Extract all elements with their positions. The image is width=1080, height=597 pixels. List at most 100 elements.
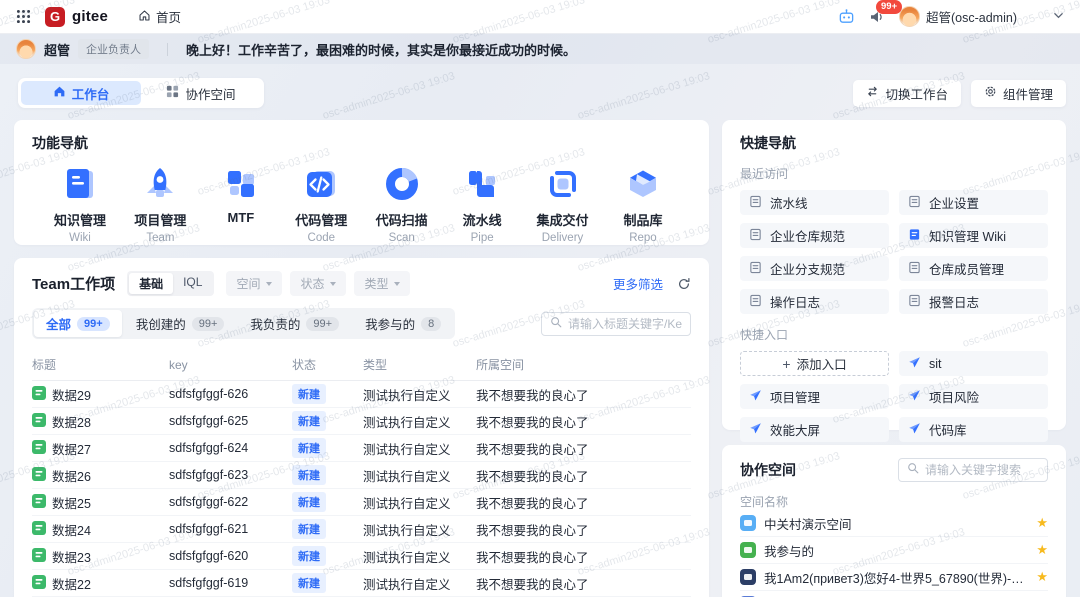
tab-collab-space[interactable]: 协作空间 [141, 81, 261, 105]
quick-entry-项目管理[interactable]: 项目管理 [740, 384, 889, 409]
work-item-type-icon [32, 575, 46, 592]
alarm-log-icon [908, 294, 921, 310]
pipeline-icon [463, 165, 501, 203]
recent-item-label: 知识管理 Wiki [929, 226, 1006, 245]
cell-title[interactable]: 数据24 [52, 520, 91, 539]
table-row[interactable]: 数据28sdfsfgfggf-625新建测试执行自定义我不想要我的良心了 [32, 408, 691, 435]
feature-item-label: MTF [227, 210, 254, 225]
delivery-icon [544, 165, 582, 203]
work-item-search[interactable] [541, 312, 691, 336]
announcement-icon[interactable]: 99+ [869, 9, 885, 25]
recent-item-报警日志[interactable]: 报警日志 [899, 289, 1048, 314]
feature-item-delivery[interactable]: 集成交付Delivery [525, 165, 601, 245]
feature-item-repo[interactable]: 制品库Repo [605, 165, 681, 245]
cell-title[interactable]: 数据29 [52, 385, 91, 404]
cell-type: 测试执行自定义 [363, 574, 476, 593]
table-row[interactable]: 数据24sdfsfgfggf-621新建测试执行自定义我不想要我的良心了 [32, 516, 691, 543]
switch-workspace-button[interactable]: 切换工作台 [853, 80, 961, 107]
work-item-tab-我负责的[interactable]: 我负责的99+ [238, 310, 351, 337]
work-item-type-icon [32, 386, 46, 403]
refresh-icon[interactable] [677, 277, 691, 291]
favorite-star-icon[interactable]: ★ [1036, 515, 1048, 531]
feature-item-wiki[interactable]: 知识管理Wiki [42, 165, 118, 245]
quick-entry-项目风险[interactable]: 项目风险 [899, 384, 1048, 409]
cell-key: sdfsfgfggf-624 [169, 441, 292, 455]
space-row[interactable]: 我参与的★ [740, 537, 1048, 564]
add-entry-button[interactable]: + 添加入口 [740, 351, 889, 376]
feature-item-sublabel: Repo [629, 232, 657, 245]
cell-title[interactable]: 数据25 [52, 493, 91, 512]
recent-item-label: 流水线 [770, 193, 808, 212]
quick-entry-sit[interactable]: sit [899, 351, 1048, 376]
space-row[interactable]: 我1Am2(привет3)您好4-世界5_67890(世界)-结世界123..… [740, 564, 1048, 591]
table-row[interactable]: 数据26sdfsfgfggf-623新建测试执行自定义我不想要我的良心了 [32, 462, 691, 489]
recent-item-流水线[interactable]: 流水线 [740, 190, 889, 215]
recent-item-知识管理 Wiki[interactable]: 知识管理 Wiki [899, 223, 1048, 248]
gitee-logo[interactable]: G gitee [45, 7, 108, 27]
recent-visits-grid: 流水线 企业设置企业仓库规范 知识管理 Wiki 企业分支规范仓库成员管理操作日志报警… [740, 190, 1048, 314]
quick-entry-效能大屏[interactable]: 效能大屏 [740, 417, 889, 442]
mode-basic-toggle[interactable]: 基础 [129, 273, 173, 294]
feature-item-scan[interactable]: 代码扫描Scan [364, 165, 440, 245]
cell-title[interactable]: 数据23 [52, 547, 91, 566]
favorite-star-icon[interactable]: ★ [1036, 542, 1048, 558]
table-row[interactable]: 数据23sdfsfgfggf-620新建测试执行自定义我不想要我的良心了 [32, 543, 691, 570]
quick-entry-grid: + 添加入口 sit 项目管理项目风险效能大屏代码库 [740, 351, 1048, 442]
paper-plane-icon [749, 389, 762, 405]
query-mode-toggle: 基础 IQL [127, 271, 214, 296]
home-filled-icon [53, 85, 66, 101]
feature-item-team[interactable]: 项目管理Team [122, 165, 198, 245]
favorite-star-icon[interactable]: ★ [1036, 569, 1048, 585]
filter-dropdown-0[interactable]: 空间 [226, 271, 282, 296]
quick-entry-代码库[interactable]: 代码库 [899, 417, 1048, 442]
assistant-robot-icon[interactable] [838, 8, 855, 25]
switch-arrows-icon [866, 85, 879, 101]
feature-item-code[interactable]: 代码管理Code [283, 165, 359, 245]
nav-home-link[interactable]: 首页 [138, 7, 181, 26]
mode-iql-toggle[interactable]: IQL [173, 273, 212, 294]
cell-title[interactable]: 数据27 [52, 439, 91, 458]
table-row[interactable]: 数据22sdfsfgfggf-619新建测试执行自定义我不想要我的良心了 [32, 570, 691, 597]
gitee-dashboard: G gitee 首页 99+ 超管(osc-admin) [0, 0, 1080, 597]
more-filter-link[interactable]: 更多筛选 [613, 274, 663, 293]
count-badge: 99+ [77, 317, 110, 331]
table-row[interactable]: 数据27sdfsfgfggf-624新建测试执行自定义我不想要我的良心了 [32, 435, 691, 462]
cell-title[interactable]: 数据26 [52, 466, 91, 485]
apps-grid-icon[interactable] [16, 9, 31, 24]
space-row[interactable]: ff★ [740, 591, 1048, 597]
cell-type: 测试执行自定义 [363, 493, 476, 512]
component-manage-button[interactable]: 组件管理 [971, 80, 1066, 107]
table-row[interactable]: 数据29sdfsfgfggf-626新建测试执行自定义我不想要我的良心了 [32, 381, 691, 408]
user-name: 超管(osc-admin) [926, 7, 1017, 26]
space-row[interactable]: 中关村演示空间★ [740, 510, 1048, 537]
cell-key: sdfsfgfggf-621 [169, 522, 292, 536]
recent-item-企业分支规范[interactable]: 企业分支规范 [740, 256, 889, 281]
table-row[interactable]: 数据25sdfsfgfggf-622新建测试执行自定义我不想要我的良心了 [32, 489, 691, 516]
work-item-tab-我创建的[interactable]: 我创建的99+ [124, 310, 237, 337]
user-menu[interactable]: 超管(osc-admin) [899, 6, 1017, 27]
chevron-down-icon[interactable] [1053, 8, 1064, 26]
quick-nav-card: 快捷导航 最近访问 流水线企业设置企业仓库规范知识管理 Wiki企业分支规范仓库… [722, 120, 1066, 430]
collab-space-search-input[interactable] [925, 463, 1039, 477]
cell-title[interactable]: 数据28 [52, 412, 91, 431]
feature-item-mtf[interactable]: MTF [203, 165, 279, 245]
repo-rule-icon [749, 228, 762, 244]
space-icon [740, 515, 756, 531]
work-item-tab-全部[interactable]: 全部99+ [34, 310, 122, 337]
recent-item-仓库成员管理[interactable]: 仓库成员管理 [899, 256, 1048, 281]
feature-item-pipe[interactable]: 流水线Pipe [444, 165, 520, 245]
recent-item-企业设置[interactable]: 企业设置 [899, 190, 1048, 215]
filter-dropdown-2[interactable]: 类型 [354, 271, 410, 296]
space-icon [740, 542, 756, 558]
collab-space-search[interactable] [898, 458, 1048, 482]
work-item-tab-我参与的[interactable]: 我参与的8 [353, 310, 453, 337]
feature-item-sublabel: Delivery [542, 232, 584, 245]
space-list: 中关村演示空间★我参与的★我1Am2(привет3)您好4-世界5_67890… [740, 510, 1048, 597]
recent-item-企业仓库规范[interactable]: 企业仓库规范 [740, 223, 889, 248]
cell-space: 我不想要我的良心了 [476, 385, 691, 404]
work-item-search-input[interactable] [568, 317, 682, 331]
recent-item-操作日志[interactable]: 操作日志 [740, 289, 889, 314]
filter-dropdown-1[interactable]: 状态 [290, 271, 346, 296]
cell-title[interactable]: 数据22 [52, 574, 91, 593]
tab-workbench[interactable]: 工作台 [21, 81, 141, 105]
